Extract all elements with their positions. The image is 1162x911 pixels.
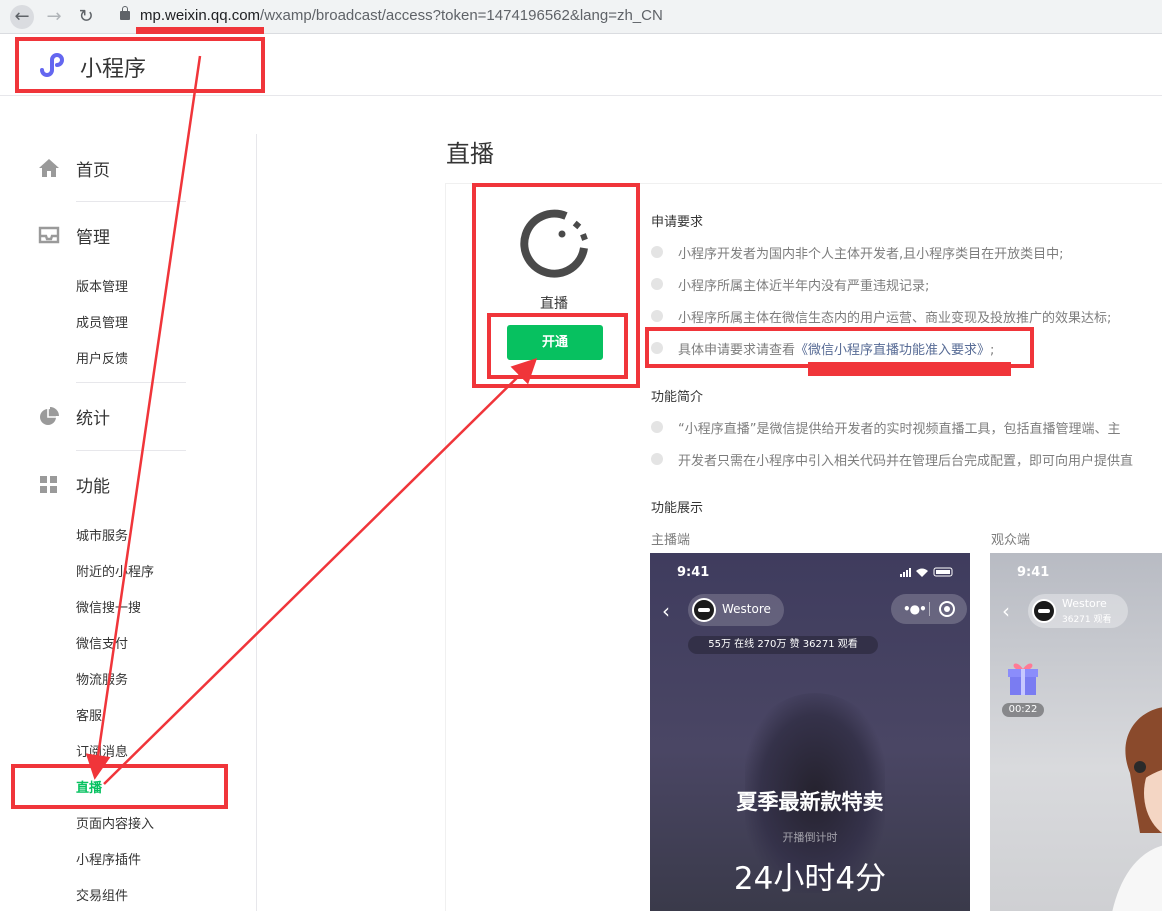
bullet-dot xyxy=(651,246,663,258)
avatar xyxy=(1032,599,1056,623)
bullet-dot xyxy=(651,278,663,290)
sidebar-border xyxy=(256,134,257,911)
requirement-item: 小程序开发者为国内非个人主体开发者,且小程序类目在开放类目中; xyxy=(678,247,1064,262)
anchor-info-pill[interactable]: Westore 36271 观看 xyxy=(1028,594,1128,628)
back-chevron-icon[interactable]: ‹ xyxy=(662,599,670,623)
capsule-divider xyxy=(929,602,930,616)
phone-time: 9:41 xyxy=(1017,565,1050,580)
anchor-label: 主播端 xyxy=(651,533,691,548)
avatar xyxy=(692,598,716,622)
forward-arrow-icon[interactable]: → xyxy=(42,5,66,29)
viewer-phone-preview: 9:41 ‹ Westore 36271 观看 00:22 xyxy=(990,553,1162,911)
home-icon xyxy=(39,159,59,177)
intro-item: 开发者只需在小程序中引入相关代码并在管理后台完成配置，即可向用户提供直 xyxy=(678,454,1134,469)
demo-title: 功能展示 xyxy=(651,501,704,516)
annotation-underline-link xyxy=(808,362,1011,376)
sidebar-divider xyxy=(76,201,186,202)
live-stats: 55万 在线 270万 赞 36271 观看 xyxy=(688,636,878,654)
sidebar-item-search[interactable]: 微信搜一搜 xyxy=(76,597,141,616)
page-title: 直播 xyxy=(446,140,494,168)
sidebar-group-label: 功能 xyxy=(76,477,110,497)
sidebar-item-page-content[interactable]: 页面内容接入 xyxy=(76,813,154,832)
anchor-phone-preview: 9:41 ‹ Westore •●• 55万 在线 270万 赞 36271 观… xyxy=(650,553,970,911)
requirement-item: 小程序所属主体近半年内没有严重违规记录; xyxy=(678,279,930,294)
sidebar-item-version[interactable]: 版本管理 xyxy=(76,276,128,295)
annotation-box-open-button xyxy=(487,313,628,379)
lock-icon xyxy=(120,6,130,20)
requirements-title: 申请要求 xyxy=(651,215,704,230)
back-chevron-icon[interactable]: ‹ xyxy=(1002,599,1010,623)
sidebar-item-customer-service[interactable]: 客服 xyxy=(76,705,102,724)
close-target-icon[interactable] xyxy=(939,601,955,617)
countdown-label: 开播倒计时 xyxy=(782,831,838,844)
intro-item: “小程序直播”是微信提供给开发者的实时视频直播工具，包括直播管理端、主 xyxy=(678,422,1121,437)
annotation-box-logo xyxy=(15,37,265,93)
sidebar-group-label: 首页 xyxy=(76,161,110,181)
annotation-underline-url xyxy=(136,27,264,34)
viewer-label: 观众端 xyxy=(991,533,1031,548)
gift-timer: 00:22 xyxy=(1002,703,1044,717)
requirement-item: 小程序所属主体在微信生态内的用户运营、商业变现及投放推广的效果达标; xyxy=(678,311,1112,326)
back-arrow-icon[interactable]: ← xyxy=(10,5,34,29)
host-person-image xyxy=(1112,707,1162,911)
annotation-box-live-nav xyxy=(11,764,228,809)
url-path: /wxamp/broadcast/access?token=1474196562… xyxy=(260,7,663,24)
viewer-count: 36271 观看 xyxy=(1062,615,1112,625)
sidebar-group-label: 管理 xyxy=(76,228,110,248)
anchor-name: Westore xyxy=(722,602,771,616)
inbox-icon xyxy=(38,226,60,244)
more-icon[interactable]: •●• xyxy=(903,602,927,616)
intro-title: 功能简介 xyxy=(651,390,704,405)
url-text[interactable]: mp.weixin.qq.com/wxamp/broadcast/access?… xyxy=(140,7,663,24)
anchor-name: Westore xyxy=(1062,597,1107,610)
status-bar-icons xyxy=(900,567,953,577)
sidebar-item-pay[interactable]: 微信支付 xyxy=(76,633,128,652)
sidebar-item-logistics[interactable]: 物流服务 xyxy=(76,669,128,688)
bullet-dot xyxy=(651,310,663,322)
phone-time: 9:41 xyxy=(677,565,710,580)
sidebar-item-trade[interactable]: 交易组件 xyxy=(76,885,128,904)
bullet-dot xyxy=(651,453,663,465)
sidebar-divider xyxy=(76,450,186,451)
anchor-info-pill[interactable]: Westore xyxy=(688,594,784,626)
address-bar[interactable]: mp.weixin.qq.com/wxamp/broadcast/access?… xyxy=(110,3,1162,31)
sidebar-item-members[interactable]: 成员管理 xyxy=(76,312,128,331)
page: ← → ↻ mp.weixin.qq.com/wxamp/broadcast/a… xyxy=(0,0,1162,911)
sidebar-item-plugins[interactable]: 小程序插件 xyxy=(76,849,141,868)
sidebar-item-feedback[interactable]: 用户反馈 xyxy=(76,348,128,367)
sidebar-item-nearby[interactable]: 附近的小程序 xyxy=(76,561,154,580)
pie-chart-icon xyxy=(40,407,59,425)
gift-icon[interactable] xyxy=(1006,659,1040,697)
grid-icon xyxy=(40,476,57,493)
bullet-dot xyxy=(651,421,663,433)
sidebar-divider xyxy=(76,382,186,383)
sidebar-group-label: 统计 xyxy=(76,409,110,429)
countdown-value: 24小时4分 xyxy=(733,861,887,897)
capsule-menu[interactable]: •●• xyxy=(891,594,967,624)
sidebar-item-city-service[interactable]: 城市服务 xyxy=(76,525,128,544)
url-host: mp.weixin.qq.com xyxy=(140,7,261,24)
promo-title: 夏季最新款特卖 xyxy=(736,790,884,814)
sidebar-item-subscribe[interactable]: 订阅消息 xyxy=(76,741,128,760)
reload-icon[interactable]: ↻ xyxy=(74,5,98,29)
